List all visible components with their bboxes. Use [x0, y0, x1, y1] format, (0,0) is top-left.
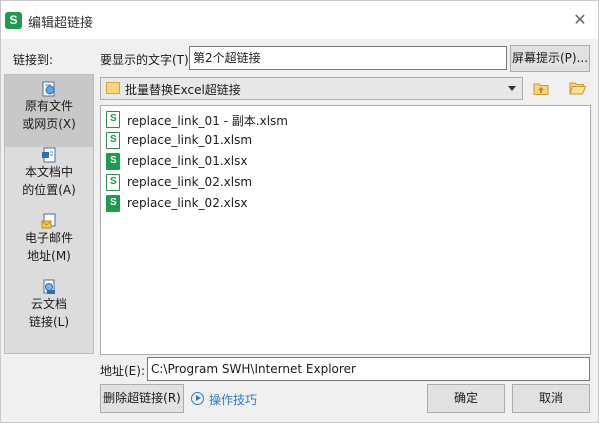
link-to-item-label-1: 电子邮件 [24, 231, 73, 245]
folder-icon [106, 82, 120, 94]
file-name: replace_link_02.xlsx [127, 196, 248, 210]
chevron-down-icon [508, 86, 516, 91]
xlsm-file-icon [106, 132, 120, 149]
screentip-button[interactable]: 屏幕提示(P)... [510, 45, 590, 72]
play-circle-icon [191, 392, 204, 405]
link-to-panel: 原有文件 或网页(X) 本文档中 的位置(A) 电子邮件 地址(M) 云文档 链… [4, 74, 94, 354]
link-to-item-label-2: 或网页(X) [22, 117, 76, 131]
display-text-label: 要显示的文字(T): [100, 53, 193, 67]
xlsm-file-icon [106, 174, 120, 191]
file-name: replace_link_01.xlsm [127, 133, 253, 147]
xlsx-file-icon [106, 195, 120, 212]
edit-hyperlink-dialog: S 编辑超链接 ✕ 链接到: 要显示的文字(T): 第2个超链接 屏幕提示(P)… [0, 0, 599, 423]
ok-button[interactable]: 确定 [427, 384, 505, 413]
tips-link[interactable]: 操作技巧 [209, 391, 257, 408]
link-to-item-label-1: 原有文件 [24, 99, 73, 113]
file-name: replace_link_01.xlsx [127, 154, 248, 168]
web-page-icon [41, 81, 57, 97]
link-to-email-address[interactable]: 电子邮件 地址(M) [5, 213, 93, 275]
address-label: 地址(E): [100, 364, 145, 378]
dialog-title: 编辑超链接 [28, 16, 94, 31]
close-icon[interactable]: ✕ [570, 10, 590, 30]
display-text-field[interactable]: 第2个超链接 [189, 46, 507, 70]
link-to-place-in-document[interactable]: 本文档中 的位置(A) [5, 147, 93, 209]
link-to-item-label-1: 云文档 [30, 297, 67, 311]
wps-spreadsheet-logo-icon: S [5, 12, 22, 29]
remove-link-button[interactable]: 删除超链接(R) [100, 384, 184, 413]
email-address-icon [41, 213, 57, 229]
cancel-button[interactable]: 取消 [512, 384, 590, 413]
browse-folder-icon[interactable] [569, 79, 587, 97]
address-field[interactable]: C:\Program SWH\Internet Explorer [147, 357, 590, 381]
link-to-item-label-2: 链接(L) [28, 315, 70, 329]
folder-select[interactable]: 批量替换Excel超链接 [100, 77, 523, 100]
link-to-cloud-document[interactable]: 云文档 链接(L) [5, 279, 93, 341]
xlsx-file-icon [106, 153, 120, 170]
file-name: replace_link_01 - 副本.xlsm [127, 114, 288, 128]
link-to-item-label-1: 本文档中 [24, 165, 73, 179]
file-list[interactable]: replace_link_01 - 副本.xlsm replace_link_0… [100, 105, 591, 355]
link-to-item-label-2: 地址(M) [27, 249, 71, 263]
link-to-item-label-2: 的位置(A) [22, 183, 76, 197]
file-name: replace_link_02.xlsm [127, 175, 253, 189]
folder-up-icon[interactable] [532, 79, 550, 97]
title-bar: S 编辑超链接 ✕ [1, 1, 598, 39]
cloud-document-icon [41, 279, 57, 295]
link-to-label: 链接到: [13, 53, 54, 67]
link-to-existing-file[interactable]: 原有文件 或网页(X) [5, 75, 93, 147]
document-place-icon [41, 147, 57, 163]
xlsm-file-icon [106, 111, 120, 128]
folder-select-value: 批量替换Excel超链接 [125, 83, 241, 97]
